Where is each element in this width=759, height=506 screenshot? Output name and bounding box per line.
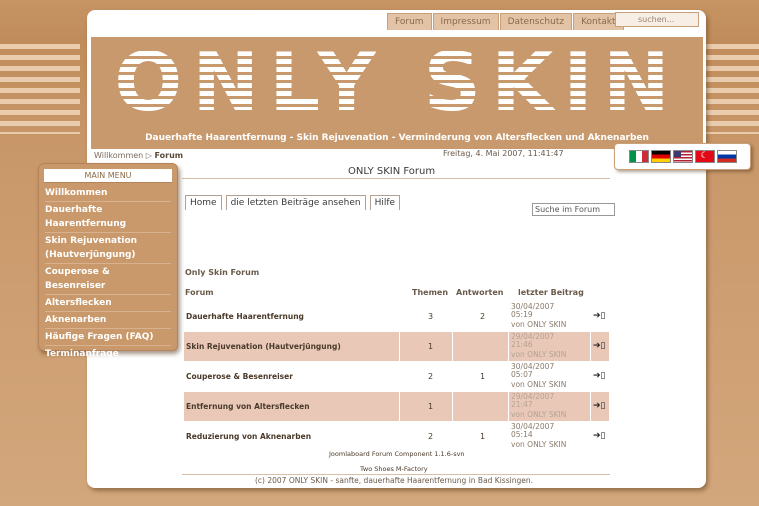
turkey-flag-icon[interactable]: ☾ bbox=[694, 150, 715, 163]
tab-help[interactable]: Hilfe bbox=[369, 195, 401, 210]
italy-flag-icon[interactable] bbox=[628, 150, 649, 163]
last-post: 30/04/2007 05:07 von ONLY SKIN bbox=[511, 362, 567, 389]
usa-flag-icon[interactable] bbox=[672, 150, 693, 163]
col-forum: Forum bbox=[185, 288, 214, 297]
date-display: Freitag, 4. Mai 2007, 11:41:47 bbox=[443, 149, 564, 158]
page-container: Forum Impressum Datenschutz Kontakt such… bbox=[87, 10, 706, 488]
top-navigation: Forum Impressum Datenschutz Kontakt bbox=[387, 13, 624, 30]
main-menu: MAIN MENU Willkommen Dauerhafte Haarentf… bbox=[38, 163, 178, 359]
goto-post-icon[interactable]: ➔▯ bbox=[593, 341, 606, 351]
language-selector: ☾ bbox=[614, 143, 751, 170]
table-row: Dauerhafte Haarentfernung 3 2 30/04/2007… bbox=[184, 302, 609, 332]
menu-item-willkommen[interactable]: Willkommen bbox=[45, 185, 171, 202]
forum-link[interactable]: Dauerhafte Haarentfernung bbox=[186, 312, 304, 321]
themen-count: 1 bbox=[428, 342, 434, 351]
last-post: 29/04/2007 21:46 von ONLY SKIN bbox=[511, 332, 567, 359]
forum-link[interactable]: Entfernung von Altersflecken bbox=[186, 402, 310, 411]
menu-item-faq[interactable]: Häufige Fragen (FAQ) bbox=[45, 329, 171, 346]
forum-search-input[interactable]: Suche im Forum bbox=[532, 203, 615, 216]
menu-item-altersflecken[interactable]: Altersflecken bbox=[45, 295, 171, 312]
menu-item-terminanfrage[interactable]: Terminanfrage bbox=[45, 346, 171, 362]
last-post: 29/04/2007 21:47 von ONLY SKIN bbox=[511, 392, 567, 419]
tab-latest-posts[interactable]: die letzten Beiträge ansehen bbox=[225, 195, 366, 210]
nav-datenschutz[interactable]: Datenschutz bbox=[499, 13, 573, 30]
last-post: 30/04/2007 05:14 von ONLY SKIN bbox=[511, 422, 567, 449]
divider bbox=[182, 178, 610, 179]
themen-count: 2 bbox=[428, 372, 434, 381]
themen-count: 3 bbox=[428, 312, 434, 321]
main-menu-title: MAIN MENU bbox=[44, 169, 172, 183]
antworten-count: 1 bbox=[480, 372, 486, 381]
forum-title: ONLY SKIN Forum bbox=[348, 166, 436, 177]
forum-link[interactable]: Reduzierung von Aknenarben bbox=[186, 432, 311, 441]
goto-post-icon[interactable]: ➔▯ bbox=[593, 371, 606, 381]
forum-component-credit[interactable]: Joomlaboard Forum Component 1.1.6-svn bbox=[329, 450, 465, 458]
antworten-count: 1 bbox=[480, 432, 486, 441]
menu-item-couperose[interactable]: Couperose & Besenreiser bbox=[45, 264, 171, 295]
table-row: Reduzierung von Aknenarben 2 1 30/04/200… bbox=[184, 422, 609, 452]
menu-item-skin-rejuvenation[interactable]: Skin Rejuvenation (Hautverjüngung) bbox=[45, 233, 171, 264]
table-row: Entfernung von Altersflecken 1 29/04/200… bbox=[184, 392, 609, 422]
goto-post-icon[interactable]: ➔▯ bbox=[593, 401, 606, 411]
goto-post-icon[interactable]: ➔▯ bbox=[593, 311, 606, 321]
forum-link[interactable]: Couperose & Besenreiser bbox=[186, 372, 293, 381]
table-row: Skin Rejuvenation (Hautverjüngung) 1 29/… bbox=[184, 332, 609, 362]
copyright: (c) 2007 ONLY SKIN - sanfte, dauerhafte … bbox=[255, 476, 533, 485]
background-stripes-left bbox=[0, 44, 80, 134]
last-post: 30/04/2007 05:19 von ONLY SKIN bbox=[511, 302, 567, 329]
forum-table: Dauerhafte Haarentfernung 3 2 30/04/2007… bbox=[184, 302, 609, 452]
col-antworten: Antworten bbox=[456, 288, 504, 297]
germany-flag-icon[interactable] bbox=[650, 150, 671, 163]
forum-tabs: Home die letzten Beiträge ansehen Hilfe bbox=[185, 195, 401, 210]
tagline: Dauerhafte Haarentfernung - Skin Rejuven… bbox=[145, 133, 649, 143]
russia-flag-icon[interactable] bbox=[716, 150, 737, 163]
themen-count: 1 bbox=[428, 402, 434, 411]
forum-section-title: Only Skin Forum bbox=[185, 268, 260, 277]
header-banner: ONLY SKIN Dauerhafte Haarentfernung - Sk… bbox=[91, 37, 703, 149]
forum-author-credit[interactable]: Two Shoes M-Factory bbox=[360, 465, 428, 473]
nav-impressum[interactable]: Impressum bbox=[432, 13, 499, 30]
themen-count: 2 bbox=[428, 432, 434, 441]
site-logo: ONLY SKIN bbox=[114, 36, 680, 129]
col-letzter-beitrag: letzter Beitrag bbox=[518, 288, 584, 297]
site-search-input[interactable]: suchen... bbox=[615, 12, 699, 27]
tab-home[interactable]: Home bbox=[185, 195, 222, 210]
footer-divider bbox=[182, 474, 610, 475]
background-stripes-right bbox=[699, 44, 759, 134]
antworten-count: 2 bbox=[480, 312, 486, 321]
menu-item-aknenarben[interactable]: Aknenarben bbox=[45, 312, 171, 329]
forum-link[interactable]: Skin Rejuvenation (Hautverjüngung) bbox=[186, 342, 341, 351]
breadcrumb-current: Forum bbox=[154, 151, 184, 160]
menu-item-haarentfernung[interactable]: Dauerhafte Haarentfernung bbox=[45, 202, 171, 233]
breadcrumb: Willkommen ▷ Forum bbox=[94, 151, 183, 160]
col-themen: Themen bbox=[412, 288, 449, 297]
breadcrumb-home[interactable]: Willkommen bbox=[94, 151, 143, 160]
nav-forum[interactable]: Forum bbox=[387, 13, 432, 30]
table-row: Couperose & Besenreiser 2 1 30/04/2007 05… bbox=[184, 362, 609, 392]
goto-post-icon[interactable]: ➔▯ bbox=[593, 431, 606, 441]
